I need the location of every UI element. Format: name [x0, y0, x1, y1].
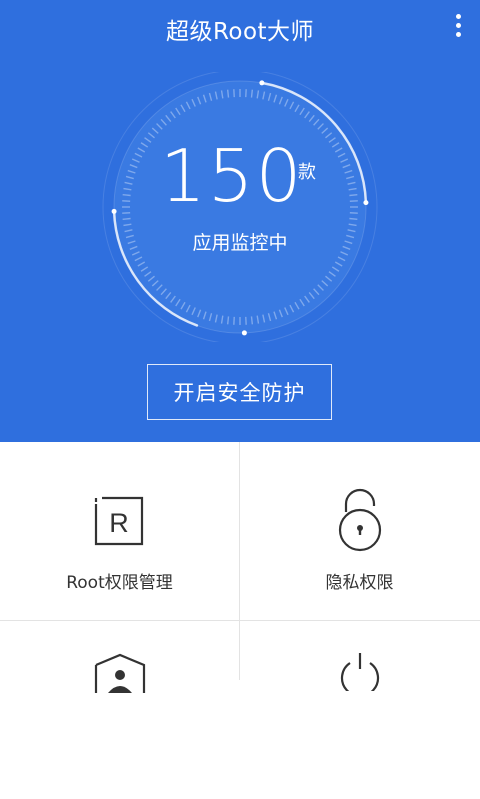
- power-icon: [334, 651, 386, 691]
- tile-privacy-permission[interactable]: 隐私权限: [240, 442, 479, 620]
- gauge-tick: [251, 316, 252, 324]
- tile-label: Root权限管理: [0, 568, 239, 593]
- count-unit: 款: [298, 158, 316, 184]
- gauge-dot: [259, 80, 264, 85]
- padlock-icon: [332, 486, 388, 554]
- tile-root-permission[interactable]: R Root权限管理: [0, 442, 239, 620]
- gauge-tick: [123, 195, 131, 196]
- app-title: 超级Root大师: [0, 12, 480, 46]
- tile-power[interactable]: [240, 621, 479, 799]
- feature-grid: R Root权限管理 隐私权限: [0, 442, 480, 680]
- gauge-tick: [228, 316, 229, 324]
- gauge-dot: [242, 330, 247, 335]
- more-vertical-icon[interactable]: [450, 10, 466, 44]
- tile-label: 隐私权限: [240, 568, 479, 593]
- gauge-tick: [228, 90, 229, 98]
- gauge-dot: [363, 200, 368, 205]
- svg-text:R: R: [109, 508, 129, 538]
- monitor-status: 应用监控中: [140, 228, 340, 255]
- gauge-tick: [251, 90, 252, 98]
- root-r-icon: R: [92, 494, 148, 550]
- gauge-dot: [112, 209, 117, 214]
- gauge-tick: [349, 218, 357, 219]
- app-count: 150: [160, 140, 300, 212]
- shield-user-icon: [92, 653, 148, 693]
- tile-shield-user[interactable]: [0, 621, 239, 799]
- monitor-panel: 超级Root大师 150 款 应用监控中 开启安全防护: [0, 0, 480, 442]
- enable-protection-button[interactable]: 开启安全防护: [147, 364, 332, 420]
- gauge-tick: [123, 218, 131, 219]
- gauge-tick: [349, 195, 357, 196]
